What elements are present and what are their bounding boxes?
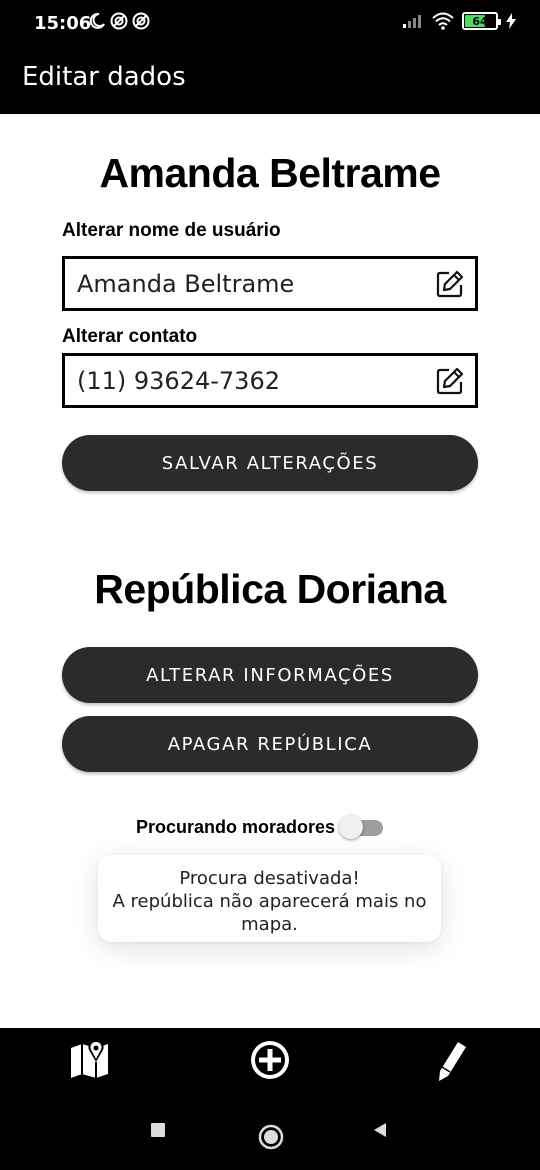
republica-name-heading: República Doriana <box>94 566 446 612</box>
pencil-icon <box>439 1042 466 1081</box>
edit-icon[interactable] <box>435 366 465 396</box>
home-icon[interactable] <box>258 1124 284 1150</box>
app-bar: Editar dados <box>0 48 540 114</box>
back-icon[interactable] <box>372 1122 388 1138</box>
toast-body: A república não aparecerá mais no mapa. <box>112 891 427 935</box>
system-nav-bar <box>0 1090 540 1170</box>
edit-icon[interactable] <box>435 269 465 299</box>
toggle-thumb <box>339 815 364 839</box>
bottom-nav <box>0 1028 540 1090</box>
battery-level: 64 <box>472 14 488 28</box>
moon-icon <box>89 12 105 29</box>
contact-field <box>62 353 478 408</box>
status-icons-right: 64 <box>402 12 516 30</box>
searching-residents-label: Procurando moradores <box>136 816 336 837</box>
save-changes-button[interactable]: SALVAR ALTERAÇÕES <box>62 435 478 491</box>
nav-add[interactable] <box>246 1036 294 1084</box>
contact-input[interactable] <box>77 356 427 405</box>
username-label: Alterar nome de usuário <box>62 220 281 241</box>
searching-residents-row: Procurando moradores <box>136 814 385 840</box>
map-icon <box>71 1040 108 1078</box>
nav-map[interactable] <box>66 1036 114 1084</box>
signal-icon <box>403 15 421 28</box>
add-circle-icon <box>251 1041 289 1079</box>
delete-republica-button[interactable]: APAGAR REPÚBLICA <box>62 716 478 772</box>
user-name-heading: Amanda Beltrame <box>99 150 441 196</box>
status-time: 15:06 <box>34 13 92 34</box>
charging-icon <box>506 13 516 29</box>
username-field <box>62 256 478 311</box>
battery-icon: 64 <box>462 12 501 30</box>
wifi-icon <box>432 12 454 30</box>
edit-info-button[interactable]: ALTERAR INFORMAÇÕES <box>62 647 478 703</box>
searching-residents-toggle[interactable] <box>339 814 385 840</box>
sync-icon <box>132 12 150 30</box>
nav-edit[interactable] <box>426 1036 474 1084</box>
toast-message: Procura desativada! A república não apar… <box>98 855 441 942</box>
sync-icon <box>110 12 128 30</box>
page-title: Editar dados <box>22 62 186 92</box>
recents-icon[interactable] <box>150 1122 166 1138</box>
status-bar: 15:06 64 <box>0 0 540 48</box>
status-icons-left <box>88 12 150 30</box>
username-input[interactable] <box>77 259 427 308</box>
toast-title: Procura desativada! <box>179 868 360 889</box>
contact-label: Alterar contato <box>62 326 198 347</box>
main-content: Amanda Beltrame Alterar nome de usuário … <box>0 114 540 1028</box>
